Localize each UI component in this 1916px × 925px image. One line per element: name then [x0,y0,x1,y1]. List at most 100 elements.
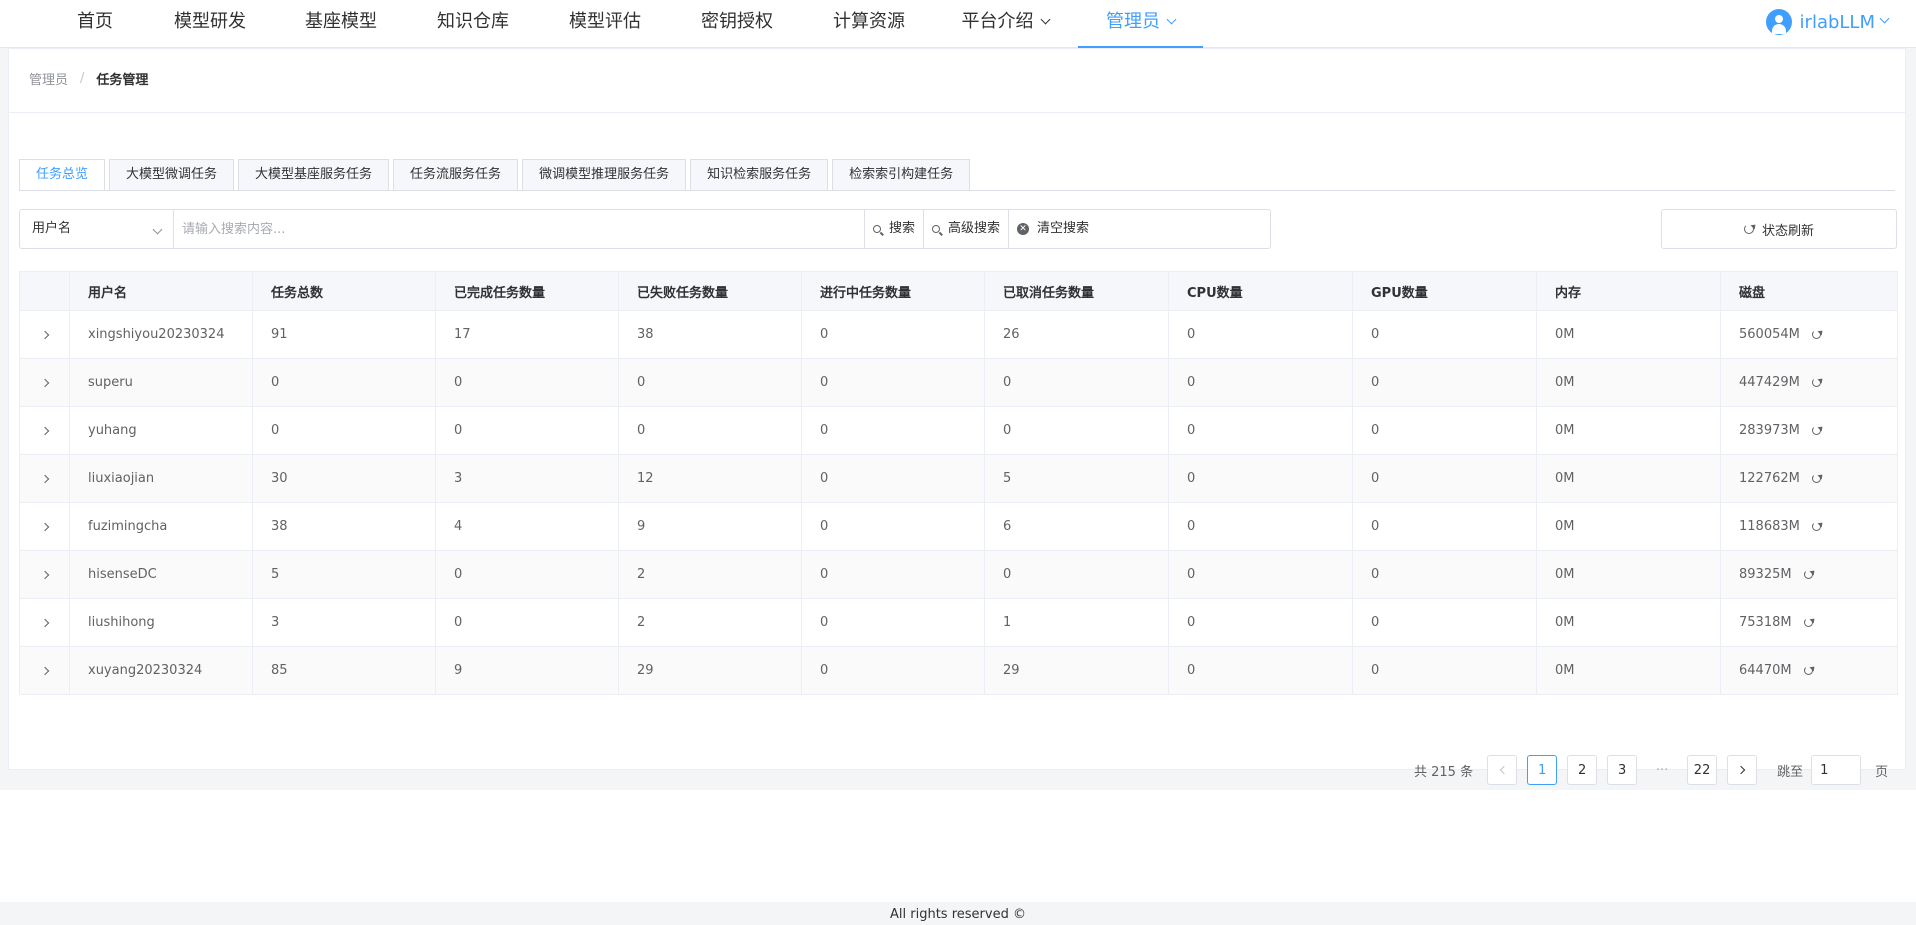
cell-disk: 64470M [1720,646,1898,695]
prev-page-button[interactable] [1487,755,1518,785]
page-button[interactable]: 3 [1607,755,1638,785]
nav-home[interactable]: 首页 [58,0,132,48]
cell-total: 30 [252,454,436,503]
cell-user: liushihong [69,598,253,647]
chevron-right-icon [1736,765,1745,775]
expand-cell[interactable] [19,310,70,359]
cell-cancelled: 29 [984,646,1169,695]
tab-knowledge-retrieval[interactable]: 知识检索服务任务 [690,159,829,191]
expand-cell[interactable] [19,598,70,647]
user-menu[interactable]: irlabLLM [1765,0,1890,44]
advanced-search-button[interactable]: 高级搜索 [923,210,1008,248]
status-refresh-label: 状态刷新 [1761,223,1814,239]
advanced-search-label: 高级搜索 [948,221,1001,236]
refresh-icon[interactable] [1811,474,1821,483]
refresh-icon[interactable] [1803,570,1813,579]
chevron-right-icon[interactable] [40,378,49,388]
main-card: 管理员 / 任务管理 任务总览 大模型微调任务 大模型基座服务任务 任务流服务任… [8,48,1906,785]
cell-failed: 9 [618,502,802,551]
nav-compute[interactable]: 计算资源 [824,0,914,48]
table-row: fuzimingcha 38 4 9 0 6 0 0 0M 118683M [19,502,1898,551]
refresh-icon[interactable] [1811,426,1821,435]
expand-cell[interactable] [19,454,70,503]
expand-cell[interactable] [19,406,70,455]
search-input[interactable] [174,210,864,248]
disk-value: 64470M [1739,663,1792,678]
chevron-right-icon[interactable] [40,618,49,628]
cell-cpu: 0 [1168,646,1353,695]
table-row: superu 0 0 0 0 0 0 0 0M 447429M [19,358,1898,407]
nav-knowledge-repo[interactable]: 知识仓库 [428,0,518,48]
cell-done: 9 [435,646,619,695]
task-tabs: 任务总览 大模型微调任务 大模型基座服务任务 任务流服务任务 微调模型推理服务任… [19,159,974,191]
breadcrumb: 管理员 / 任务管理 [29,69,148,88]
cell-failed: 2 [618,598,802,647]
cell-total: 85 [252,646,436,695]
tab-overview[interactable]: 任务总览 [19,159,106,191]
breadcrumb-root[interactable]: 管理员 [29,69,68,88]
page-button[interactable]: 22 [1687,755,1718,785]
cell-mem: 0M [1536,550,1721,599]
tab-finetune-inference[interactable]: 微调模型推理服务任务 [522,159,687,191]
cell-disk: 75318M [1720,598,1898,647]
refresh-icon[interactable] [1811,522,1821,531]
pagination-ellipsis[interactable]: ··· [1647,763,1677,778]
search-button[interactable]: 搜索 [864,210,923,248]
disk-value: 447429M [1739,375,1800,390]
column-header: GPU数量 [1352,271,1537,311]
cell-gpu: 0 [1352,454,1537,503]
chevron-right-icon[interactable] [40,522,49,532]
chevron-right-icon[interactable] [40,426,49,436]
tab-index-build[interactable]: 检索索引构建任务 [832,159,971,191]
tab-workflow-service[interactable]: 任务流服务任务 [393,159,519,191]
cell-running: 0 [801,550,985,599]
jump-page-input[interactable] [1811,755,1862,785]
cell-mem: 0M [1536,502,1721,551]
nav-model-eval[interactable]: 模型评估 [560,0,650,48]
nav-model-dev[interactable]: 模型研发 [165,0,255,48]
chevron-right-icon[interactable] [40,570,49,580]
cell-running: 0 [801,646,985,695]
jump-unit: 页 [1875,764,1889,780]
disk-value: 283973M [1739,423,1800,438]
column-header: 内存 [1536,271,1721,311]
nav-key-auth[interactable]: 密钥授权 [692,0,782,48]
cell-running: 0 [801,502,985,551]
disk-value: 118683M [1739,519,1800,534]
nav-platform-intro[interactable]: 平台介绍 [950,0,1060,48]
nav-base-model[interactable]: 基座模型 [296,0,386,48]
refresh-icon[interactable] [1811,330,1821,339]
column-header: 任务总数 [252,271,436,311]
search-icon [873,225,881,233]
cell-total: 91 [252,310,436,359]
expand-cell[interactable] [19,646,70,695]
cell-cancelled: 1 [984,598,1169,647]
chevron-right-icon[interactable] [40,330,49,340]
column-header: 用户名 [69,271,253,311]
expand-cell[interactable] [19,550,70,599]
cell-cpu: 0 [1168,598,1353,647]
next-page-button[interactable] [1727,755,1758,785]
nav-admin[interactable]: 管理员 [1078,0,1203,48]
cell-mem: 0M [1536,454,1721,503]
tab-base-service[interactable]: 大模型基座服务任务 [238,159,390,191]
clear-search-button[interactable]: ✕ 清空搜索 [1008,210,1270,248]
chevron-right-icon[interactable] [40,666,49,676]
search-field-select[interactable]: 用户名 [20,210,174,248]
disk-value: 89325M [1739,567,1792,582]
tab-finetune[interactable]: 大模型微调任务 [109,159,235,191]
cell-cpu: 0 [1168,550,1353,599]
status-refresh-button[interactable]: 状态刷新 [1661,209,1897,249]
cell-mem: 0M [1536,646,1721,695]
cell-cancelled: 0 [984,550,1169,599]
expand-cell[interactable] [19,358,70,407]
refresh-icon[interactable] [1811,378,1821,387]
page-button[interactable]: 2 [1567,755,1598,785]
page-button[interactable]: 1 [1527,755,1558,785]
chevron-right-icon[interactable] [40,474,49,484]
nav-admin-label: 管理员 [1106,11,1160,32]
refresh-icon[interactable] [1803,666,1813,675]
refresh-icon[interactable] [1803,618,1813,627]
expand-cell[interactable] [19,502,70,551]
cell-user: xingshiyou20230324 [69,310,253,359]
